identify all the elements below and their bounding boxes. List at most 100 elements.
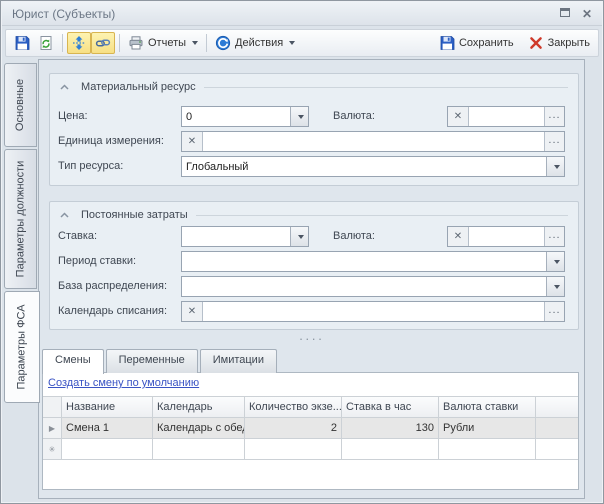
price-dropdown-button[interactable] [290,107,308,126]
rate-period-dropdown-button[interactable] [546,252,564,271]
side-tab-main[interactable]: Основные [4,63,37,147]
create-default-shift-link[interactable]: Создать смену по умолчанию [48,377,199,389]
maximize-button[interactable] [560,8,570,20]
rate-period-value [182,252,546,271]
column-header-rate-currency[interactable]: Валюта ставки [439,397,536,417]
cell-empty[interactable] [439,439,536,459]
column-header-calendar[interactable]: Календарь [153,397,245,417]
table-row[interactable]: ▶ Смена 1 Календарь с обеда 2 130 Рубли [43,418,578,439]
window-close-button[interactable]: ✕ [582,9,592,19]
toolbar-separator [206,34,207,52]
side-tab-position-params-label: Параметры должности [15,161,27,278]
resource-type-label: Тип ресурса: [58,156,123,177]
unit-lookup[interactable]: ✕ ... [181,131,565,152]
actions-menu-button[interactable]: Действия [211,32,299,54]
shifts-grid: Название Календарь Количество экзе... Ст… [43,396,578,460]
cell-empty[interactable] [62,439,153,459]
refresh-document-icon [38,35,54,51]
reports-menu-button[interactable]: Отчеты [124,32,202,54]
save-record-button[interactable]: Сохранить [435,32,518,54]
save-button[interactable] [10,32,34,54]
distribution-base-label: База распределения: [58,276,167,297]
tab-imitations-label: Имитации [213,354,264,366]
column-header-instances[interactable]: Количество экзе... [245,397,342,417]
rate-combo[interactable] [181,226,309,247]
cell-empty[interactable] [342,439,439,459]
fit-height-toggle-button[interactable] [67,32,91,54]
distribution-base-combo[interactable] [181,276,565,297]
currency-browse-button[interactable]: ... [544,107,564,126]
cell-name[interactable]: Смена 1 [62,418,153,438]
toolbar-separator [119,34,120,52]
link-toggle-button[interactable] [91,32,115,54]
group-rule [196,215,568,216]
refresh-document-button[interactable] [34,32,58,54]
cell-instances[interactable]: 2 [245,418,342,438]
currency-clear-button[interactable]: ✕ [448,107,469,126]
cell-rate-currency[interactable]: Рубли [439,418,536,438]
new-row[interactable]: ✳ [43,439,578,460]
writeoff-calendar-clear-button[interactable]: ✕ [182,302,203,321]
unit-clear-button[interactable]: ✕ [182,132,203,151]
chevron-down-icon [554,285,560,289]
maximize-icon [560,8,570,17]
cell-empty[interactable] [245,439,342,459]
rate-period-label: Период ставки: [58,251,136,272]
tab-variables[interactable]: Переменные [106,349,198,373]
rate-currency-value [469,227,544,246]
toolbar: Отчеты Действия Сохранить [5,29,599,57]
rate-period-combo[interactable] [181,251,565,272]
distribution-base-value [182,277,546,296]
writeoff-calendar-value [203,302,544,321]
window-title: Юрист (Субъекты) [12,7,115,21]
currency-lookup[interactable]: ✕ ... [447,106,565,127]
writeoff-calendar-lookup[interactable]: ✕ ... [181,301,565,322]
rate-currency-label: Валюта: [333,226,375,247]
resource-type-combo[interactable]: Глобальный [181,156,565,177]
close-form-label: Закрыть [548,37,590,49]
splitter-handle[interactable]: ···· [39,334,584,344]
tab-shifts-label: Смены [55,354,91,366]
rate-currency-clear-button[interactable]: ✕ [448,227,469,246]
chain-link-icon [95,35,111,51]
rate-currency-lookup[interactable]: ✕ ... [447,226,565,247]
toolbar-right-group: Сохранить Закрыть [435,32,594,54]
distribution-base-dropdown-button[interactable] [546,277,564,296]
current-row-arrow-icon: ▶ [43,418,62,438]
rate-currency-browse-button[interactable]: ... [544,227,564,246]
column-header-name[interactable]: Название [62,397,153,417]
material-resource-group: Материальный ресурс Цена: 0 Валюта: ✕ ..… [49,73,579,186]
rate-dropdown-button[interactable] [290,227,308,246]
material-resource-group-header[interactable]: Материальный ресурс [60,80,568,94]
fixed-costs-group: Постоянные затраты Ставка: Валюта: ✕ ...… [49,201,579,330]
resource-type-dropdown-button[interactable] [546,157,564,176]
collapse-chevron-icon [60,212,69,218]
price-combo[interactable]: 0 [181,106,309,127]
close-form-button[interactable]: Закрыть [524,32,594,54]
titlebar-buttons: ✕ [560,8,592,20]
chevron-down-icon [289,41,295,45]
price-value: 0 [182,107,290,126]
actions-label: Действия [235,37,283,49]
unit-label: Единица измерения: [58,131,164,152]
unit-value [203,132,544,151]
column-header-hour-rate[interactable]: Ставка в час [342,397,439,417]
side-tab-position-params[interactable]: Параметры должности [4,149,37,289]
cell-hour-rate[interactable]: 130 [342,418,439,438]
unit-browse-button[interactable]: ... [544,132,564,151]
cell-empty[interactable] [153,439,245,459]
grid-header-row: Название Календарь Количество экзе... Ст… [43,396,578,418]
resource-type-value: Глобальный [182,157,546,176]
side-tab-fsa-params[interactable]: Параметры ФСА [4,291,40,403]
cell-calendar[interactable]: Календарь с обеда [153,418,245,438]
reports-label: Отчеты [148,37,186,49]
title-bar: Юрист (Субъекты) ✕ [2,2,602,26]
tab-shifts[interactable]: Смены [42,349,104,374]
chevron-down-icon [192,41,198,45]
row-indicator-header [43,397,62,417]
tab-imitations[interactable]: Имитации [200,349,277,373]
writeoff-calendar-browse-button[interactable]: ... [544,302,564,321]
fixed-costs-group-header[interactable]: Постоянные затраты [60,208,568,222]
rate-value [182,227,290,246]
chevron-down-icon [554,165,560,169]
